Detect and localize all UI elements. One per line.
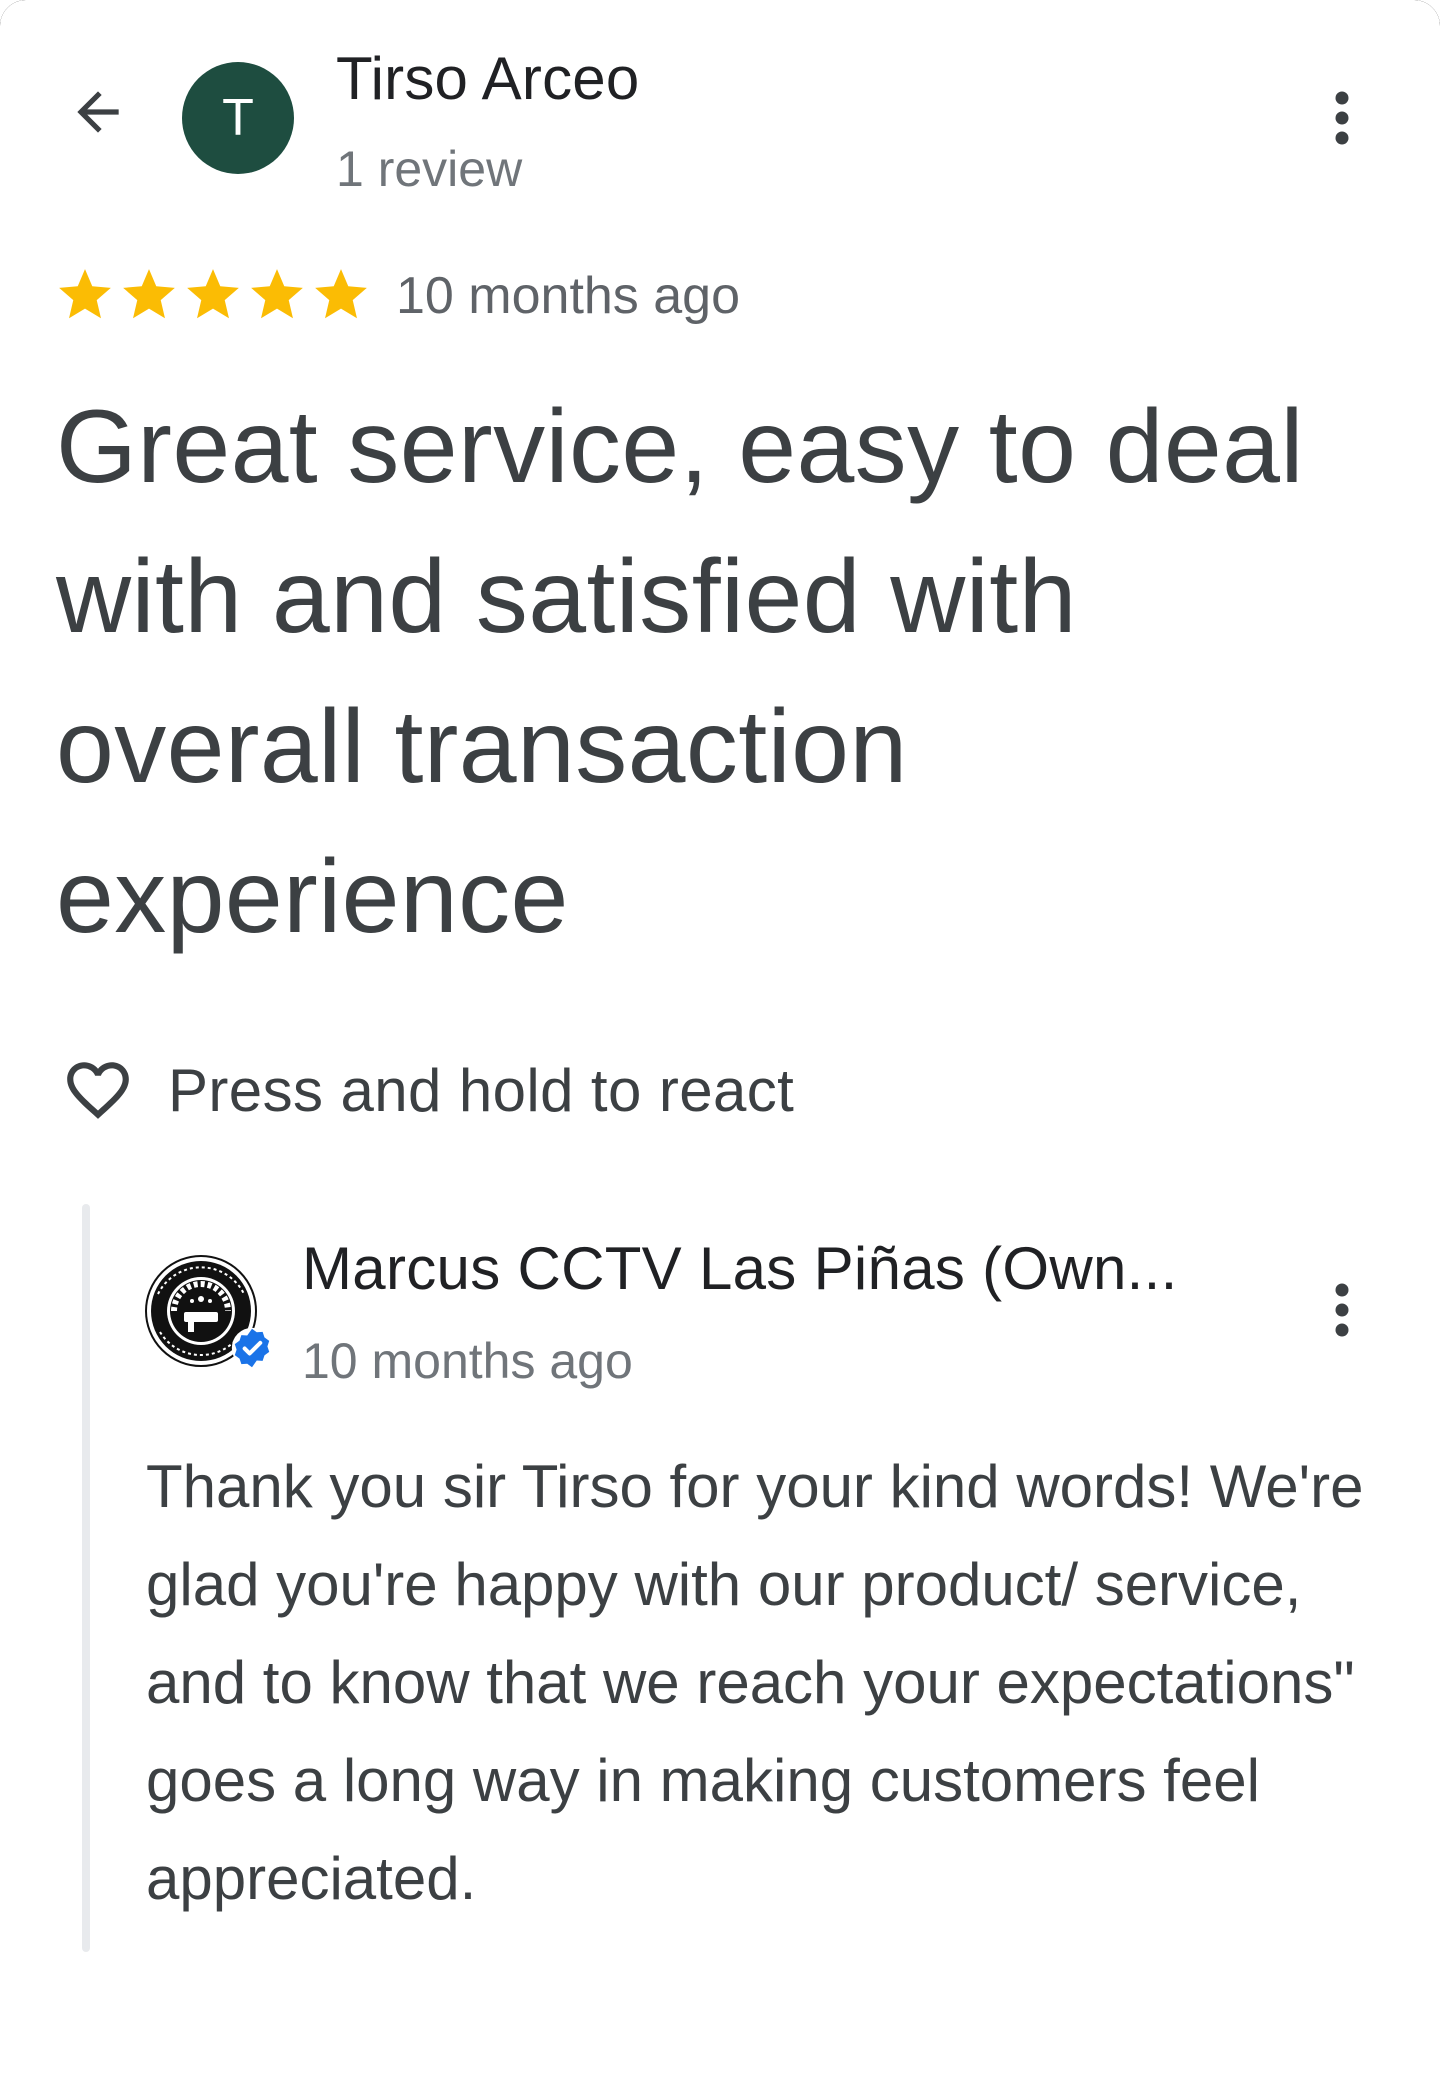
heart-outline-icon <box>58 1050 138 1130</box>
reply-divider <box>82 1204 90 1952</box>
owner-avatar[interactable] <box>144 1254 273 1369</box>
more-vert-icon <box>1335 91 1349 145</box>
review-more-button[interactable] <box>1302 78 1382 158</box>
star-filled-icon <box>315 269 367 319</box>
react-label: Press and hold to react <box>168 1056 795 1124</box>
owner-reply-time: 10 months ago <box>302 1333 633 1389</box>
owner-reply-more-button[interactable] <box>1302 1270 1382 1350</box>
owner-reply-text: Thank you sir Tirso for your kind words!… <box>146 1453 1364 1912</box>
back-button[interactable] <box>58 72 138 152</box>
reviewer-name[interactable]: Tirso Arceo <box>336 44 639 113</box>
star-filled-icon <box>251 269 303 319</box>
more-vert-icon <box>1335 1283 1349 1337</box>
star-filled-icon <box>59 269 111 319</box>
review-sheet: T Tirso Arceo 1 review 10 months ago Gre… <box>0 0 1440 2094</box>
star-filled-icon <box>187 269 239 319</box>
screen: T Tirso Arceo 1 review 10 months ago Gre… <box>0 0 1440 2094</box>
reviewer-avatar[interactable]: T <box>182 62 294 174</box>
reviewer-avatar-initial: T <box>222 89 254 147</box>
arrow-left-icon <box>77 91 119 133</box>
star-rating <box>54 264 372 326</box>
star-filled-icon <box>123 269 175 319</box>
review-text: Great service, easy to deal with and sat… <box>56 389 1304 955</box>
reviewer-review-count: 1 review <box>336 141 523 197</box>
verified-check-icon <box>231 1327 273 1369</box>
review-time: 10 months ago <box>396 267 741 325</box>
react-button[interactable]: Press and hold to react <box>58 1050 794 1130</box>
owner-name[interactable]: Marcus CCTV Las Piñas (Own... <box>302 1234 1242 1303</box>
